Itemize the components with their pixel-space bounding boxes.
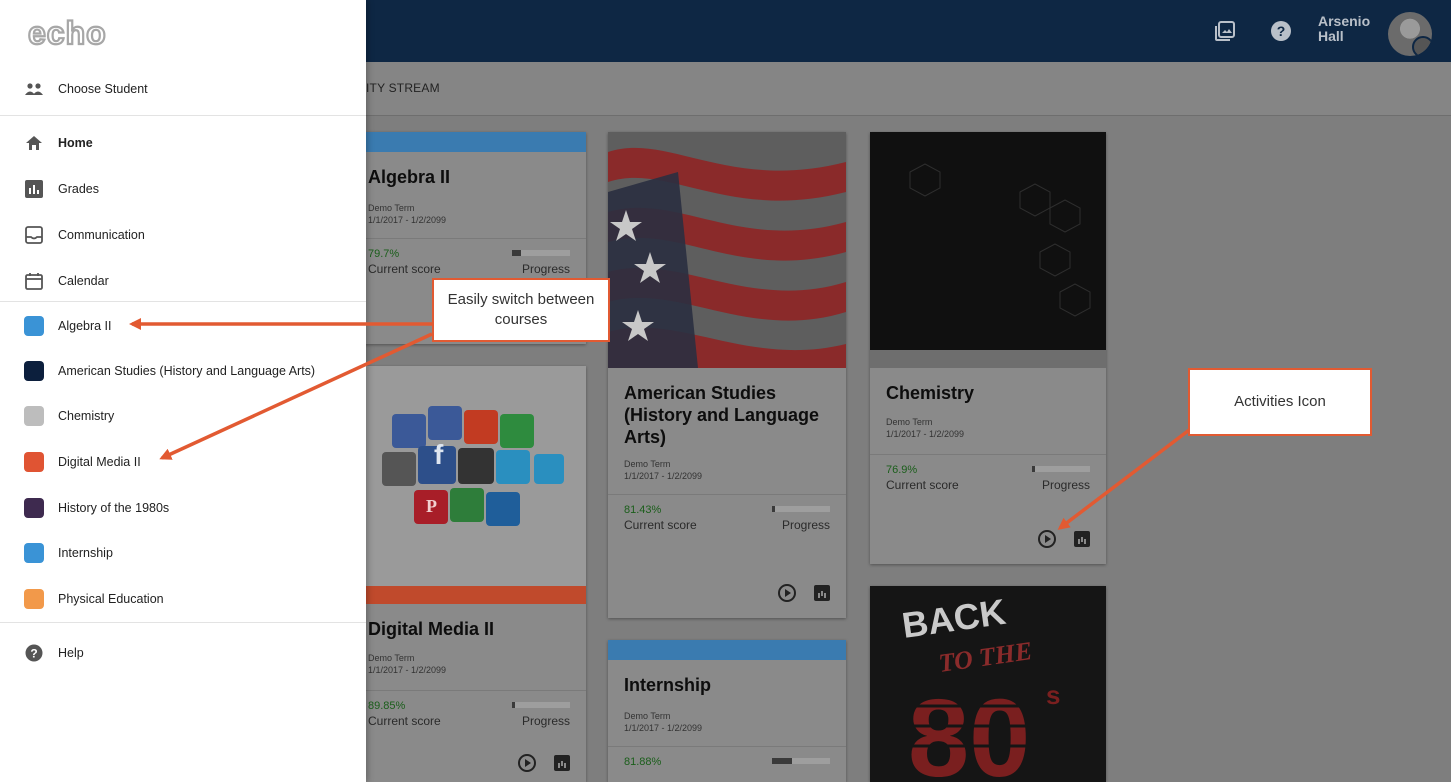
course-color-swatch: [24, 406, 44, 426]
eighties-art-suffix: s: [1046, 680, 1060, 710]
help-circle-icon[interactable]: ?: [1270, 20, 1292, 42]
current-score-label: Current score: [624, 518, 697, 532]
course-title[interactable]: Chemistry: [870, 368, 1106, 404]
course-title[interactable]: American Studies (History and Language A…: [608, 368, 846, 448]
sidebar-item-grades[interactable]: Grades: [0, 171, 366, 207]
course-color-band: [608, 640, 846, 660]
sidebar-item-calendar[interactable]: Calendar: [0, 263, 366, 299]
echo-logo[interactable]: echo: [26, 14, 136, 50]
sidebar-course-algebra-ii[interactable]: Algebra II: [0, 308, 366, 344]
sidebar-item-help[interactable]: ? Help: [0, 635, 366, 671]
current-score-value: 81.43%: [624, 504, 662, 516]
help-circle-icon: ?: [24, 643, 44, 663]
bar-chart-icon: [24, 179, 44, 199]
course-color-swatch: [24, 589, 44, 609]
sidebar-course-history-of-the-1980s[interactable]: History of the 1980s: [0, 490, 366, 526]
activity-stream-tab[interactable]: ITY STREAM: [366, 81, 440, 95]
sidebar-course-label: Chemistry: [58, 409, 115, 423]
progress-label: Progress: [781, 518, 830, 532]
choose-student-item[interactable]: Choose Student: [0, 71, 366, 107]
callout-switch-courses: Easily switch between courses: [432, 278, 610, 342]
eighties-art-number: 80: [908, 677, 1030, 782]
course-color-swatch: [24, 543, 44, 563]
sidebar-course-label: Internship: [58, 546, 113, 560]
activities-icon[interactable]: [518, 754, 536, 772]
navigation-drawer: echo Choose Student Home Grades Communic…: [0, 0, 366, 782]
svg-text:?: ?: [30, 647, 37, 661]
inbox-icon: [24, 225, 44, 245]
sidebar-course-label: History of the 1980s: [58, 501, 170, 515]
sidebar-item-home[interactable]: Home: [0, 125, 366, 161]
sidebar-item-label: Grades: [58, 182, 99, 196]
progress-bar: [772, 758, 830, 764]
course-title[interactable]: Internship: [608, 660, 846, 696]
current-score-value: 89.85%: [368, 700, 406, 712]
course-dates: 1/1/2017 - 1/2/2099: [886, 429, 965, 439]
sidebar-item-communication[interactable]: Communication: [0, 217, 366, 253]
course-card-internship[interactable]: Internship Demo Term 1/1/2017 - 1/2/2099…: [608, 640, 846, 782]
grades-icon[interactable]: [1074, 531, 1090, 547]
sidebar-course-chemistry[interactable]: Chemistry: [0, 398, 366, 434]
svg-text:f: f: [434, 439, 444, 470]
sidebar-course-physical-education[interactable]: Physical Education: [0, 581, 366, 617]
callout-text: Easily switch between courses: [447, 291, 595, 328]
course-card-chemistry[interactable]: Chemistry Demo Term 1/1/2017 - 1/2/2099 …: [870, 132, 1106, 564]
progress-bar: [512, 702, 570, 708]
sidebar-item-label: Home: [58, 136, 93, 150]
user-name[interactable]: Arsenio Hall: [1318, 14, 1388, 44]
photo-library-icon[interactable]: [1214, 20, 1236, 42]
current-score-label: Current score: [368, 714, 441, 728]
sidebar-item-label: Communication: [58, 228, 145, 242]
sidebar-course-label: Digital Media II: [58, 455, 141, 469]
sidebar-course-label: Algebra II: [58, 319, 112, 333]
grades-icon[interactable]: [814, 585, 830, 601]
course-color-swatch: [24, 452, 44, 472]
choose-student-label: Choose Student: [58, 82, 148, 96]
people-icon: [24, 79, 44, 99]
course-term: Demo Term: [886, 417, 933, 427]
progress-label: Progress: [1041, 478, 1090, 492]
home-icon: [24, 133, 44, 153]
progress-bar: [1032, 466, 1090, 472]
grades-icon[interactable]: [554, 755, 570, 771]
sidebar-course-american-studies[interactable]: American Studies (History and Language A…: [0, 353, 366, 389]
calendar-icon: [24, 271, 44, 291]
svg-text:?: ?: [1277, 23, 1286, 39]
course-term: Demo Term: [624, 459, 671, 469]
sidebar-item-label: Help: [58, 646, 84, 660]
sidebar-item-label: Calendar: [58, 274, 109, 288]
callout-text: Activities Icon: [1234, 393, 1326, 410]
callout-activities-icon: Activities Icon: [1188, 368, 1372, 436]
course-color-swatch: [24, 316, 44, 336]
progress-label: Progress: [521, 262, 570, 276]
course-color-swatch: [24, 498, 44, 518]
back-to-the-80s-course-image: BACK TO THE 80 s: [870, 586, 1106, 782]
current-score-label: Current score: [886, 478, 959, 492]
svg-text:P: P: [426, 496, 437, 516]
current-score-value: 81.88%: [624, 756, 662, 768]
course-dates: 1/1/2017 - 1/2/2099: [624, 471, 703, 481]
user-avatar[interactable]: [1388, 12, 1432, 56]
progress-bar: [772, 506, 830, 512]
course-color-swatch: [24, 361, 44, 381]
activities-icon[interactable]: [778, 584, 796, 602]
progress-label: Progress: [521, 714, 570, 728]
sidebar-course-label: American Studies (History and Language A…: [58, 364, 316, 378]
course-term: Demo Term: [624, 711, 671, 721]
sidebar-course-internship[interactable]: Internship: [0, 535, 366, 571]
current-score-value: 79.7%: [368, 248, 400, 260]
chemistry-molecule-image: [870, 132, 1106, 368]
current-score-value: 76.9%: [886, 464, 918, 476]
svg-text:echo: echo: [28, 15, 107, 50]
sidebar-course-digital-media-ii[interactable]: Digital Media II: [0, 444, 366, 480]
current-score-label: Current score: [368, 262, 441, 276]
sidebar-course-label: Physical Education: [58, 592, 164, 606]
course-card-american-studies[interactable]: American Studies (History and Language A…: [608, 132, 846, 618]
course-card-history-of-the-1980s[interactable]: BACK TO THE 80 s: [870, 586, 1106, 782]
american-flag-course-image: [608, 132, 846, 368]
activities-icon[interactable]: [1038, 530, 1056, 548]
progress-bar: [512, 250, 570, 256]
course-dates: 1/1/2017 - 1/2/2099: [624, 723, 703, 733]
